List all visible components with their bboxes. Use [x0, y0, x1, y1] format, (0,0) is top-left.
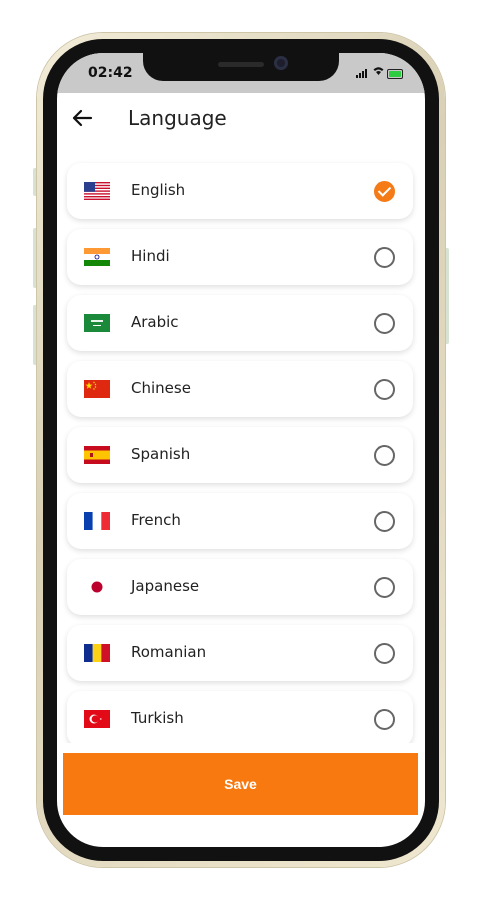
radio-button[interactable]: [374, 445, 395, 466]
language-item-french[interactable]: French: [67, 493, 413, 549]
status-bar: 02:42: [57, 53, 425, 93]
turkey-flag-icon: [84, 710, 110, 728]
romania-flag-icon: [84, 644, 110, 662]
language-list[interactable]: English Hindi Arabic Chinese Spanish Fre…: [57, 159, 425, 747]
wifi-icon: [373, 66, 384, 79]
language-item-hindi[interactable]: Hindi: [67, 229, 413, 285]
france-flag-icon: [84, 512, 110, 530]
selected-check-icon[interactable]: [374, 181, 395, 202]
camera-icon: [274, 56, 288, 70]
language-label: Turkish: [131, 709, 184, 727]
radio-button[interactable]: [374, 709, 395, 730]
radio-button[interactable]: [374, 643, 395, 664]
save-button[interactable]: Save: [63, 753, 418, 815]
china-flag-icon: [84, 380, 110, 398]
language-label: Chinese: [131, 379, 191, 397]
speaker-grille: [218, 62, 264, 67]
language-item-arabic[interactable]: Arabic: [67, 295, 413, 351]
language-item-romanian[interactable]: Romanian: [67, 625, 413, 681]
radio-button[interactable]: [374, 511, 395, 532]
phone-screen: 02:42 Language English Hindi Arabic Chin…: [57, 53, 425, 847]
india-flag-icon: [84, 248, 110, 266]
battery-icon: [387, 69, 403, 79]
radio-button[interactable]: [374, 247, 395, 268]
page-title: Language: [128, 106, 227, 130]
language-item-japanese[interactable]: Japanese: [67, 559, 413, 615]
saudi-flag-icon: [84, 314, 110, 332]
language-label: Japanese: [131, 577, 200, 595]
app-header: Language: [57, 93, 425, 145]
language-label: Spanish: [131, 445, 191, 463]
radio-button[interactable]: [374, 577, 395, 598]
language-label: Romanian: [131, 643, 207, 661]
spain-flag-icon: [84, 446, 110, 464]
language-label: Arabic: [131, 313, 179, 331]
language-item-chinese[interactable]: Chinese: [67, 361, 413, 417]
language-item-english[interactable]: English: [67, 163, 413, 219]
status-time: 02:42: [88, 65, 133, 81]
japan-flag-icon: [84, 578, 110, 596]
language-item-turkish[interactable]: Turkish: [67, 691, 413, 747]
language-label: Hindi: [131, 247, 170, 265]
notch: [143, 53, 339, 81]
signal-icon: [356, 69, 367, 78]
language-label: English: [131, 181, 186, 199]
us-flag-icon: [84, 182, 110, 200]
radio-button[interactable]: [374, 313, 395, 334]
radio-button[interactable]: [374, 379, 395, 400]
language-label: French: [131, 511, 181, 529]
language-item-spanish[interactable]: Spanish: [67, 427, 413, 483]
arrow-left-icon[interactable]: [71, 107, 93, 129]
